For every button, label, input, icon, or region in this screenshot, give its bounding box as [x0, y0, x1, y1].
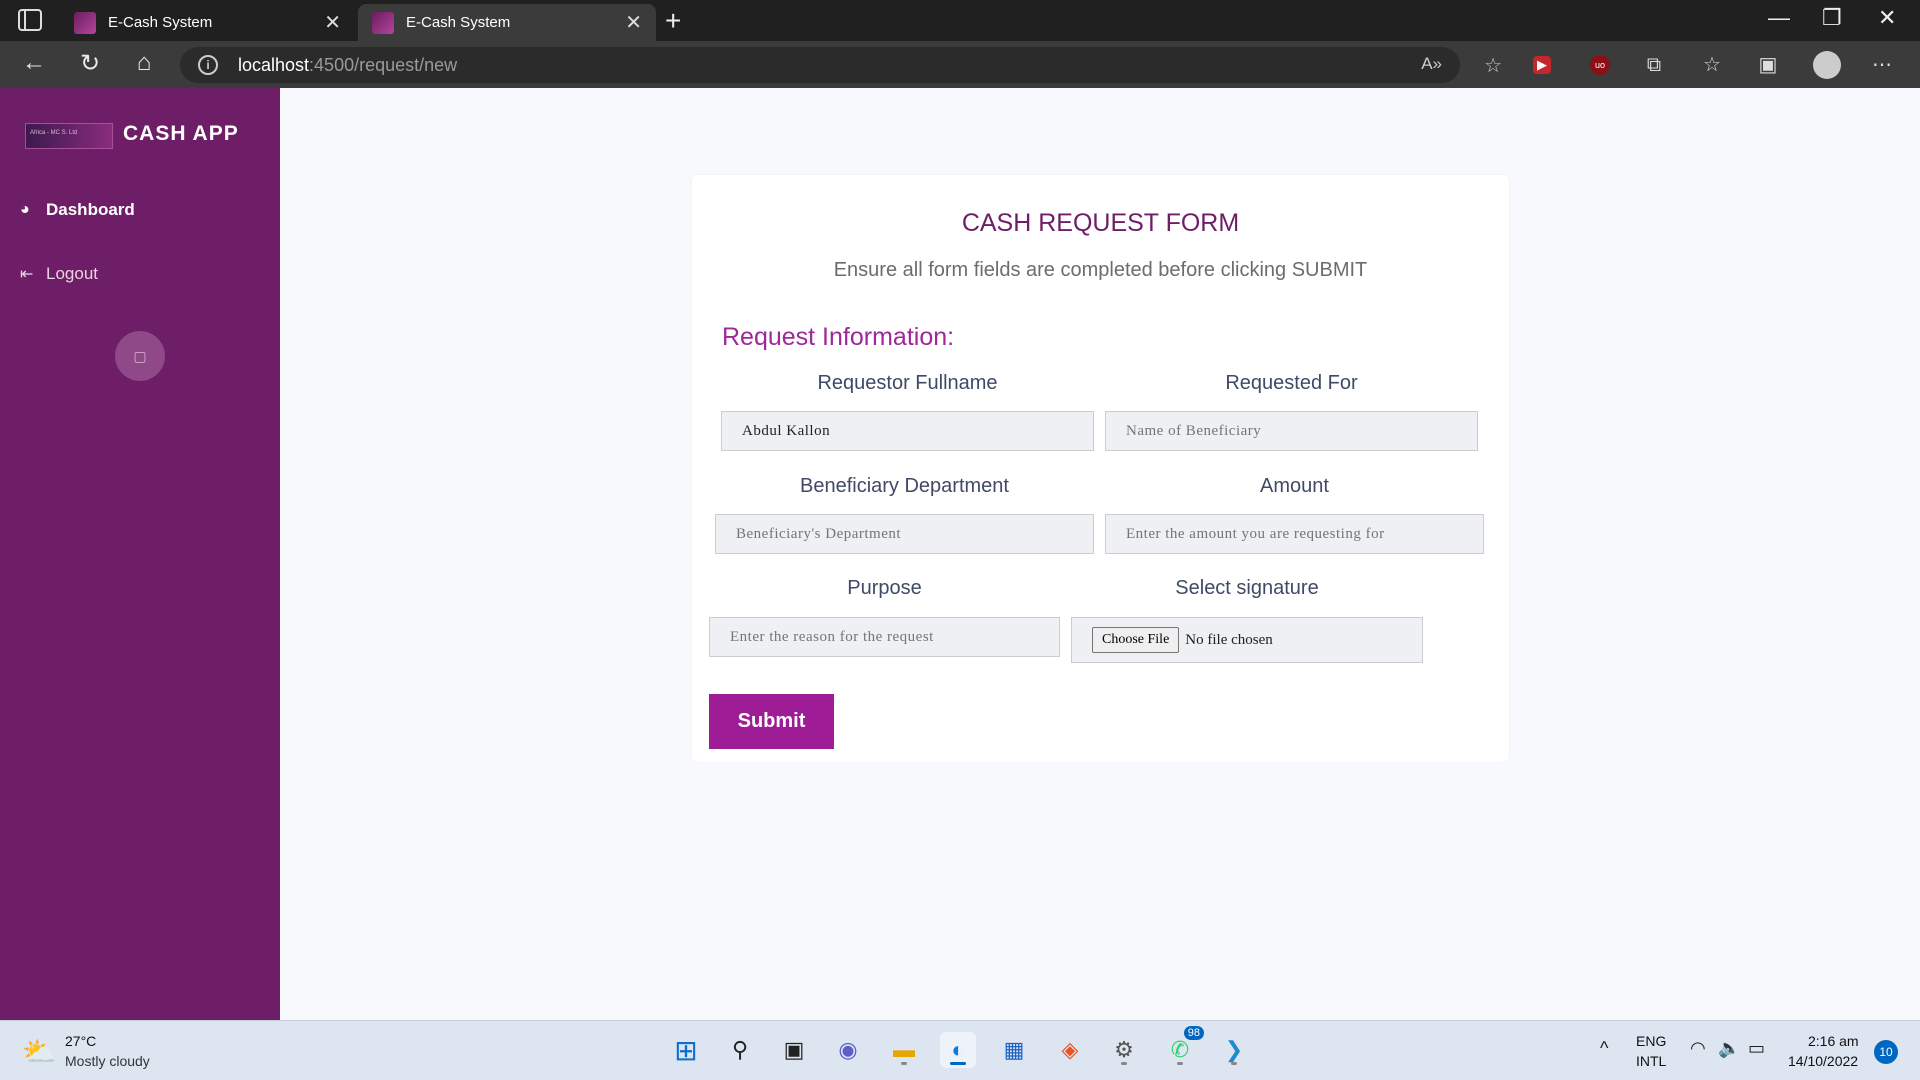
- url-path: :4500/request/new: [309, 54, 458, 75]
- tab-actions-icon[interactable]: [18, 9, 42, 31]
- sidebar-item-dashboard[interactable]: ◕ Dashboard: [20, 200, 135, 220]
- window-close-icon[interactable]: ✕: [1878, 5, 1896, 31]
- purpose-input[interactable]: [709, 617, 1060, 657]
- beneficiary-department-label: Beneficiary Department: [800, 475, 1009, 497]
- sidebar-item-label: Dashboard: [46, 200, 135, 219]
- signature-label: Select signature: [1175, 577, 1319, 599]
- home-icon[interactable]: ⌂: [128, 49, 160, 77]
- reload-icon[interactable]: ↻: [74, 49, 106, 78]
- favorites-icon[interactable]: ☆: [1700, 53, 1724, 77]
- whatsapp-icon[interactable]: ✆ 98: [1162, 1026, 1204, 1068]
- keyboard-layout-indicator[interactable]: INTL: [1636, 1053, 1666, 1069]
- weather-cloudy-icon[interactable]: ⛅: [22, 1035, 57, 1068]
- settings-gear-icon[interactable]: ⚙: [1106, 1032, 1142, 1068]
- restore-icon[interactable]: ❐: [1822, 5, 1842, 31]
- app-brand: CASH APP: [123, 122, 239, 145]
- language-indicator[interactable]: ENG: [1636, 1033, 1666, 1049]
- url-host: localhost: [238, 54, 310, 75]
- tab-title: E-Cash System: [108, 14, 213, 31]
- extensions-icon[interactable]: ⧉: [1642, 53, 1666, 77]
- taskbar: ⛅ 27°C Mostly cloudy ⊞ ⚲ ▣ ◉ ▬ ◐ ▦ ◈ ⚙ ✆…: [0, 1020, 1920, 1080]
- browser-tab-active[interactable]: E-Cash System ✕: [358, 4, 656, 41]
- favicon-icon: [372, 11, 394, 34]
- minimize-icon[interactable]: —: [1768, 5, 1790, 31]
- section-title: Request Information:: [722, 323, 955, 351]
- amount-input[interactable]: [1105, 514, 1484, 554]
- tab-title: E-Cash System: [406, 14, 511, 31]
- microsoft-store-icon[interactable]: ▦: [996, 1032, 1032, 1068]
- read-aloud-icon[interactable]: A»: [1421, 54, 1442, 74]
- gauge-icon: ◕: [20, 201, 30, 218]
- form-subtitle: Ensure all form fields are completed bef…: [833, 259, 1368, 281]
- sidebar: Africa - MC S. Ltd CASH APP ◕ Dashboard …: [0, 88, 280, 1020]
- submit-button[interactable]: Submit: [709, 694, 834, 749]
- site-info-icon[interactable]: i: [198, 55, 218, 75]
- add-favorite-icon[interactable]: ☆: [1484, 53, 1502, 78]
- file-status-text: No file chosen: [1185, 631, 1273, 648]
- beneficiary-department-input[interactable]: [715, 514, 1094, 554]
- edge-browser-icon[interactable]: ◐: [940, 1032, 976, 1068]
- browser-tab[interactable]: E-Cash System ✕: [60, 4, 355, 41]
- favicon-icon: [74, 11, 96, 34]
- wifi-icon[interactable]: ◠: [1690, 1038, 1706, 1059]
- sidebar-toggle-button[interactable]: ▢: [115, 331, 165, 381]
- requestor-fullname-input[interactable]: [721, 411, 1094, 451]
- requested-for-label: Requested For: [1225, 372, 1358, 394]
- weather-temperature[interactable]: 27°C: [65, 1033, 96, 1049]
- close-icon[interactable]: ✕: [625, 13, 642, 33]
- search-icon[interactable]: ⚲: [722, 1032, 758, 1068]
- windows-start-icon[interactable]: ⊞: [668, 1032, 704, 1068]
- more-options-icon[interactable]: ⋯: [1870, 53, 1894, 77]
- extension-red-icon[interactable]: ▶: [1533, 56, 1551, 74]
- company-logo: Africa - MC S. Ltd: [25, 123, 113, 149]
- ubuntu-icon[interactable]: ◈: [1052, 1032, 1088, 1068]
- logout-icon: ⇤: [20, 266, 34, 283]
- ublock-icon[interactable]: uo: [1590, 55, 1610, 75]
- profile-avatar[interactable]: [1813, 51, 1841, 79]
- teams-chat-icon[interactable]: ◉: [830, 1032, 866, 1068]
- purpose-label: Purpose: [847, 577, 922, 599]
- browser-toolbar: ← ↻ ⌂ i localhost:4500/request/new A» ☆ …: [0, 41, 1920, 88]
- collections-icon[interactable]: ▣: [1756, 53, 1780, 77]
- whatsapp-badge: 98: [1183, 1026, 1204, 1040]
- notification-badge[interactable]: 10: [1874, 1040, 1898, 1064]
- logo-text: Africa - MC S. Ltd: [30, 130, 78, 136]
- sidebar-item-label: Logout: [46, 264, 98, 283]
- back-icon[interactable]: ←: [18, 49, 50, 77]
- requestor-fullname-label: Requestor Fullname: [817, 372, 998, 394]
- amount-label: Amount: [1260, 475, 1329, 497]
- battery-icon[interactable]: ▭: [1748, 1038, 1765, 1059]
- clock-date[interactable]: 14/10/2022: [1788, 1053, 1858, 1069]
- file-explorer-icon[interactable]: ▬: [886, 1032, 922, 1068]
- clock-time[interactable]: 2:16 am: [1808, 1033, 1859, 1049]
- task-view-icon[interactable]: ▣: [776, 1032, 812, 1068]
- new-tab-button[interactable]: +: [665, 5, 681, 37]
- address-bar[interactable]: i localhost:4500/request/new A» ☆: [180, 47, 1502, 83]
- requested-for-input[interactable]: [1105, 411, 1478, 451]
- signature-file-input[interactable]: Choose File No file chosen: [1071, 617, 1423, 663]
- cash-request-card: CASH REQUEST FORM Ensure all form fields…: [692, 175, 1509, 762]
- choose-file-button[interactable]: Choose File: [1092, 627, 1180, 653]
- vscode-icon[interactable]: ❯: [1216, 1032, 1252, 1068]
- sidebar-item-logout[interactable]: ⇤ Logout: [20, 264, 98, 284]
- volume-icon[interactable]: 🔈: [1718, 1038, 1740, 1059]
- weather-description[interactable]: Mostly cloudy: [65, 1053, 150, 1069]
- close-icon[interactable]: ✕: [324, 13, 341, 33]
- form-title: CASH REQUEST FORM: [961, 209, 1240, 237]
- browser-tab-bar: E-Cash System ✕ E-Cash System ✕ + — ❐ ✕: [0, 0, 1920, 41]
- chevron-up-icon[interactable]: ^: [1600, 1038, 1608, 1059]
